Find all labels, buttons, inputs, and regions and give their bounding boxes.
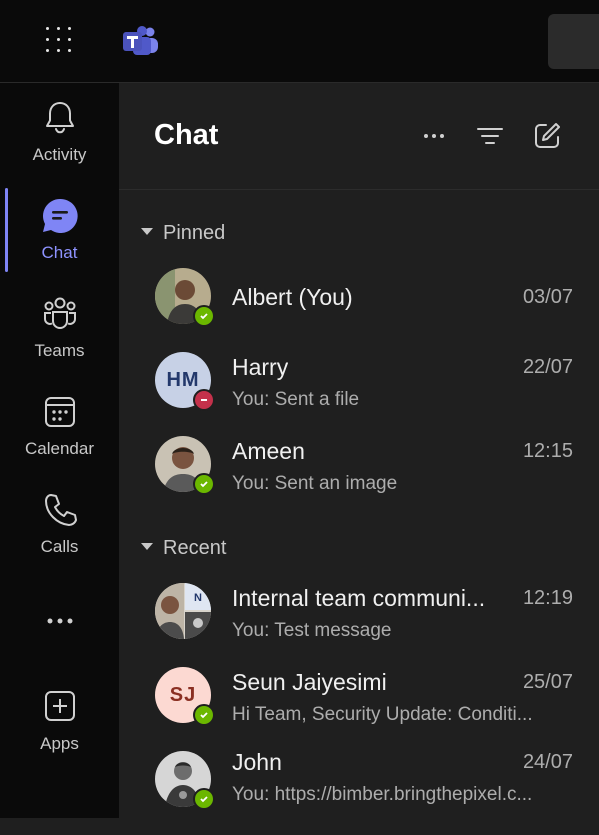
section-recent-label: Recent [163, 537, 227, 559]
page-title: Chat [154, 119, 219, 151]
chat-preview: You: Sent an image [232, 473, 398, 494]
chat-icon [42, 198, 78, 233]
nav-apps[interactable]: Apps [0, 688, 119, 780]
nav-calendar[interactable]: Calendar [0, 393, 119, 485]
status-available-icon [193, 473, 215, 495]
nav-calendar-label: Calendar [25, 439, 94, 458]
chat-item-john[interactable]: John You: https://bimber.bringthepixel.c… [119, 749, 599, 835]
title-bar [0, 0, 599, 83]
nav-more[interactable] [0, 607, 119, 637]
filter-icon[interactable] [475, 121, 505, 151]
add-app-icon [45, 691, 75, 721]
section-pinned[interactable]: Pinned [141, 222, 225, 245]
teams-icon [44, 297, 76, 329]
app-launcher-icon[interactable] [44, 25, 74, 55]
chat-time: 25/07 [522, 671, 573, 693]
chat-item-ameen[interactable]: Ameen You: Sent an image 12:15 [119, 436, 599, 520]
chat-name: Seun Jaiyesimi [232, 669, 387, 695]
nav-chat[interactable]: Chat [0, 197, 119, 289]
chat-item-harry[interactable]: HM Harry You: Sent a file 22/07 [119, 352, 599, 436]
status-available-icon [193, 704, 215, 726]
chat-preview: You: Test message [232, 620, 392, 641]
chat-preview: You: https://bimber.bringthepixel.c... [232, 784, 533, 805]
chat-name: John [232, 749, 282, 775]
group-badge-initial: N [194, 591, 202, 604]
nav-calls-label: Calls [40, 537, 79, 556]
chat-item-albert[interactable]: Albert (You) 03/07 [119, 268, 599, 352]
phone-icon [45, 494, 77, 526]
app-bar: Activity Chat Teams Calendar Calls Apps [0, 83, 119, 818]
chevron-down-icon [141, 228, 153, 236]
new-chat-icon[interactable] [532, 121, 562, 151]
chat-name: Albert (You) [232, 284, 353, 310]
nav-teams[interactable]: Teams [0, 295, 119, 387]
chat-time: 24/07 [522, 751, 573, 773]
nav-activity-label: Activity [32, 145, 87, 164]
chat-name: Harry [232, 354, 289, 380]
chat-time: 12:15 [522, 440, 573, 462]
chat-header: Chat [119, 83, 599, 190]
teams-logo-icon [123, 26, 158, 55]
chat-time: 12:19 [522, 587, 573, 609]
chat-time: 03/07 [522, 286, 573, 308]
chat-name: Internal team communi... [232, 585, 486, 611]
nav-chat-label: Chat [41, 243, 78, 262]
nav-apps-label: Apps [40, 734, 79, 753]
chat-panel: Chat Pinned Albert (You) 03/07 HM Harry … [119, 83, 599, 818]
chat-item-seun[interactable]: SJ Seun Jaiyesimi Hi Team, Security Upda… [119, 667, 599, 751]
chevron-down-icon [141, 543, 153, 551]
bell-icon [46, 102, 74, 134]
status-available-icon [193, 788, 215, 810]
status-available-icon [193, 305, 215, 327]
search-input[interactable] [548, 14, 599, 69]
chat-preview: You: Sent a file [232, 389, 360, 410]
chat-item-group[interactable]: N Internal team communi... You: Test mes… [119, 583, 599, 667]
calendar-icon [45, 397, 75, 427]
group-avatar: N [155, 583, 211, 639]
nav-teams-label: Teams [34, 341, 85, 360]
chat-name: Ameen [232, 438, 305, 464]
chat-preview: Hi Team, Security Update: Conditi... [232, 704, 533, 725]
section-pinned-label: Pinned [163, 222, 226, 244]
nav-calls[interactable]: Calls [0, 491, 119, 583]
more-options-icon[interactable] [419, 121, 449, 151]
status-busy-icon [193, 389, 215, 411]
section-recent[interactable]: Recent [141, 537, 226, 560]
more-icon [47, 618, 73, 624]
nav-activity[interactable]: Activity [0, 99, 119, 191]
chat-time: 22/07 [522, 356, 573, 378]
